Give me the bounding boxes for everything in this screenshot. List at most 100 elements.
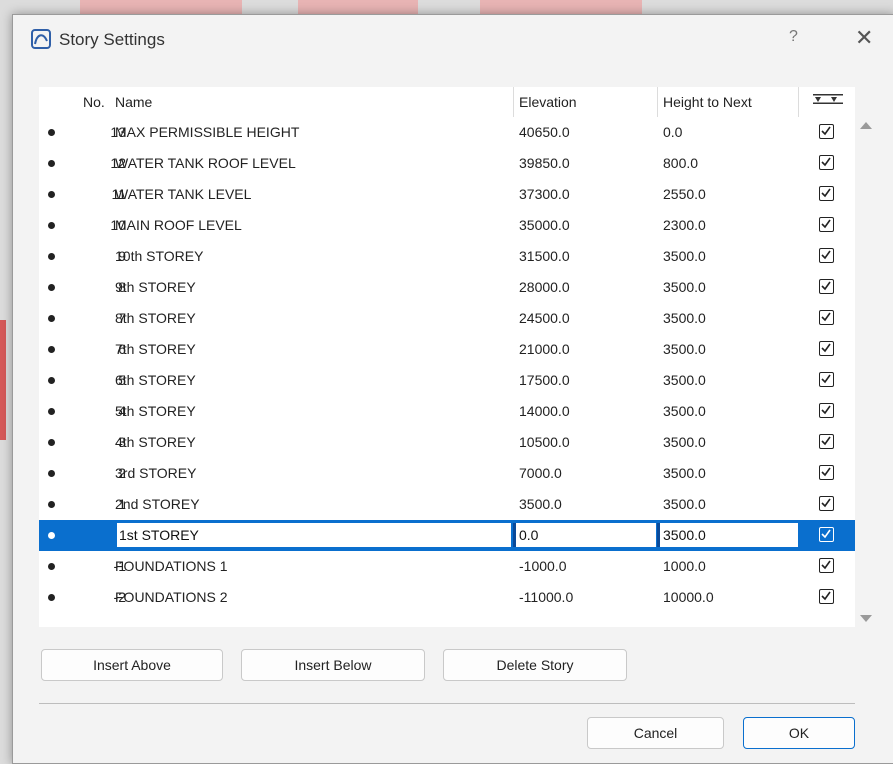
story-height-to-next[interactable]: 2300.0	[663, 217, 706, 233]
table-row[interactable]: 8 9th STOREY 28000.0 3500.0	[39, 272, 855, 303]
story-height-to-next[interactable]: 3500.0	[663, 465, 706, 481]
checked-checkbox-icon[interactable]	[819, 124, 834, 139]
checked-checkbox-icon[interactable]	[819, 527, 834, 542]
story-name[interactable]: 8th STOREY	[115, 310, 196, 326]
checked-checkbox-icon[interactable]	[819, 372, 834, 387]
story-elevation[interactable]: 10500.0	[519, 434, 570, 450]
story-name[interactable]: 9th STOREY	[115, 279, 196, 295]
table-row[interactable]: 01st STOREY0.03500.0	[39, 520, 855, 551]
checked-checkbox-icon[interactable]	[819, 341, 834, 356]
story-elevation[interactable]: 28000.0	[519, 279, 570, 295]
story-elevation[interactable]: 3500.0	[519, 496, 562, 512]
table-row[interactable]: 9 10th STOREY 31500.0 3500.0	[39, 241, 855, 272]
story-marker-icon	[48, 315, 55, 322]
story-elevation[interactable]: 21000.0	[519, 341, 570, 357]
story-height-to-next[interactable]: 3500.0	[663, 310, 706, 326]
checked-checkbox-icon[interactable]	[819, 434, 834, 449]
story-height-to-next[interactable]: 800.0	[663, 155, 698, 171]
column-divider[interactable]	[798, 87, 799, 117]
cancel-button[interactable]: Cancel	[587, 717, 724, 749]
story-name[interactable]: WATER TANK ROOF LEVEL	[115, 155, 296, 171]
column-header-elevation[interactable]: Elevation	[519, 94, 577, 110]
story-name[interactable]: 2nd STOREY	[115, 496, 200, 512]
story-elevation[interactable]: 40650.0	[519, 124, 570, 140]
column-header-no[interactable]: No.	[83, 94, 105, 110]
story-marker-icon	[48, 532, 55, 539]
column-divider[interactable]	[513, 87, 514, 117]
table-row[interactable]: -2 FOUNDATIONS 2 -11000.0 10000.0	[39, 582, 855, 613]
story-name[interactable]: 4th STOREY	[115, 434, 196, 450]
story-elevation[interactable]: 35000.0	[519, 217, 570, 233]
checked-checkbox-icon[interactable]	[819, 465, 834, 480]
table-row[interactable]: -1 FOUNDATIONS 1 -1000.0 1000.0	[39, 551, 855, 582]
story-height-to-next[interactable]: 10000.0	[663, 589, 714, 605]
story-height-to-next[interactable]: 2550.0	[663, 186, 706, 202]
close-button[interactable]: ✕	[855, 25, 873, 51]
delete-story-button[interactable]: Delete Story	[443, 649, 627, 681]
checked-checkbox-icon[interactable]	[819, 558, 834, 573]
story-name[interactable]: 6th STOREY	[115, 372, 196, 388]
show-all-toggle-icon[interactable]	[811, 94, 845, 104]
story-elevation[interactable]: -11000.0	[519, 589, 573, 605]
checked-checkbox-icon[interactable]	[819, 186, 834, 201]
story-elevation[interactable]: 7000.0	[519, 465, 562, 481]
checked-checkbox-icon[interactable]	[819, 279, 834, 294]
story-marker-icon	[48, 191, 55, 198]
story-elevation[interactable]: 24500.0	[519, 310, 570, 326]
column-header-height[interactable]: Height to Next	[663, 94, 752, 110]
insert-below-button[interactable]: Insert Below	[241, 649, 425, 681]
table-row[interactable]: 10 MAIN ROOF LEVEL 35000.0 2300.0	[39, 210, 855, 241]
story-name[interactable]: 5th STOREY	[115, 403, 196, 419]
checked-checkbox-icon[interactable]	[819, 155, 834, 170]
story-name[interactable]: 1st STOREY	[115, 523, 511, 547]
story-name[interactable]: MAX PERMISSIBLE HEIGHT	[115, 124, 299, 140]
table-row[interactable]: 7 8th STOREY 24500.0 3500.0	[39, 303, 855, 334]
column-header-name[interactable]: Name	[115, 94, 152, 110]
story-height-to-next[interactable]: 3500.0	[663, 341, 706, 357]
table-row[interactable]: 4 5th STOREY 14000.0 3500.0	[39, 396, 855, 427]
story-name[interactable]: MAIN ROOF LEVEL	[115, 217, 242, 233]
story-name[interactable]: 10th STOREY	[115, 248, 203, 264]
table-row[interactable]: 6 7th STOREY 21000.0 3500.0	[39, 334, 855, 365]
checked-checkbox-icon[interactable]	[819, 496, 834, 511]
insert-above-button[interactable]: Insert Above	[41, 649, 223, 681]
table-row[interactable]: 3 4th STOREY 10500.0 3500.0	[39, 427, 855, 458]
table-row[interactable]: 1 2nd STOREY 3500.0 3500.0	[39, 489, 855, 520]
story-elevation[interactable]: 37300.0	[519, 186, 570, 202]
story-height-to-next[interactable]: 3500.0	[663, 496, 706, 512]
scroll-up-arrow-icon[interactable]	[860, 122, 872, 129]
checked-checkbox-icon[interactable]	[819, 248, 834, 263]
story-height-to-next[interactable]: 3500.0	[663, 403, 706, 419]
story-height-to-next[interactable]: 0.0	[663, 124, 682, 140]
table-row[interactable]: 5 6th STOREY 17500.0 3500.0	[39, 365, 855, 396]
story-height-to-next[interactable]: 1000.0	[663, 558, 706, 574]
story-name[interactable]: WATER TANK LEVEL	[115, 186, 251, 202]
help-button[interactable]: ?	[789, 28, 798, 46]
story-elevation[interactable]: -1000.0	[519, 558, 566, 574]
table-row[interactable]: 13 MAX PERMISSIBLE HEIGHT 40650.0 0.0	[39, 117, 855, 148]
table-row[interactable]: 11 WATER TANK LEVEL 37300.0 2550.0	[39, 179, 855, 210]
checked-checkbox-icon[interactable]	[819, 403, 834, 418]
story-name[interactable]: FOUNDATIONS 2	[115, 589, 228, 605]
story-name[interactable]: FOUNDATIONS 1	[115, 558, 228, 574]
story-elevation[interactable]: 0.0	[513, 523, 656, 547]
story-height-to-next[interactable]: 3500.0	[663, 248, 706, 264]
story-height-to-next[interactable]: 3500.0	[663, 372, 706, 388]
ok-button[interactable]: OK	[743, 717, 855, 749]
story-elevation[interactable]: 14000.0	[519, 403, 570, 419]
story-elevation[interactable]: 39850.0	[519, 155, 570, 171]
story-name[interactable]: 3rd STOREY	[115, 465, 196, 481]
story-elevation[interactable]: 31500.0	[519, 248, 570, 264]
story-name[interactable]: 7th STOREY	[115, 341, 196, 357]
story-height-to-next[interactable]: 3500.0	[657, 523, 798, 547]
column-divider[interactable]	[657, 87, 658, 117]
checked-checkbox-icon[interactable]	[819, 217, 834, 232]
story-elevation[interactable]: 17500.0	[519, 372, 570, 388]
story-height-to-next[interactable]: 3500.0	[663, 279, 706, 295]
table-row[interactable]: 12 WATER TANK ROOF LEVEL 39850.0 800.0	[39, 148, 855, 179]
story-height-to-next[interactable]: 3500.0	[663, 434, 706, 450]
table-row[interactable]: 2 3rd STOREY 7000.0 3500.0	[39, 458, 855, 489]
scroll-down-arrow-icon[interactable]	[860, 615, 872, 622]
checked-checkbox-icon[interactable]	[819, 310, 834, 325]
checked-checkbox-icon[interactable]	[819, 589, 834, 604]
